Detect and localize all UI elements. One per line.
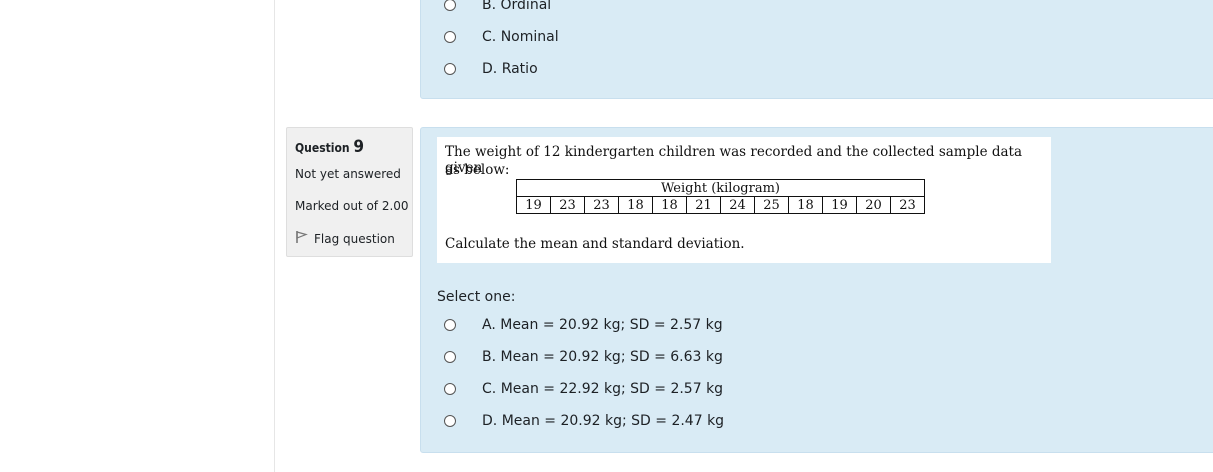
question-text-line: Calculate the mean and standard deviatio… — [445, 236, 745, 252]
flag-icon[interactable] — [295, 230, 308, 247]
weight-cell: 18 — [788, 196, 823, 214]
weight-cell: 24 — [720, 196, 755, 214]
radio-button[interactable] — [444, 383, 456, 395]
question-number: Question 9 — [295, 137, 364, 157]
weight-cell: 18 — [618, 196, 653, 214]
question-text-line: as below: — [445, 162, 510, 178]
question-text-line: The weight of 12 kindergarten children w… — [445, 144, 1023, 176]
question-content-panel: The weight of 12 kindergarten children w… — [420, 127, 1213, 453]
left-navigation-rail — [0, 0, 275, 472]
radio-button[interactable] — [444, 63, 456, 75]
option-text: Nominal — [500, 29, 559, 45]
answer-option-d[interactable]: D. Mean = 20.92 kg; SD = 2.47 kg — [444, 411, 724, 431]
weight-cell: 23 — [550, 196, 585, 214]
option-letter: D. — [482, 61, 498, 77]
weight-cell: 21 — [686, 196, 721, 214]
weight-cell: 20 — [856, 196, 891, 214]
answer-option-a[interactable]: A. Mean = 20.92 kg; SD = 2.57 kg — [444, 315, 723, 335]
option-letter: C. — [482, 29, 497, 45]
option-text: Mean = 20.92 kg; SD = 2.47 kg — [501, 413, 725, 429]
option-c[interactable]: C. Nominal — [444, 27, 559, 47]
weight-cell: 25 — [754, 196, 789, 214]
question-info-box: Question 9 Not yet answered Marked out o… — [286, 127, 413, 257]
option-text: Mean = 20.92 kg; SD = 6.63 kg — [500, 349, 723, 365]
flag-question-label[interactable]: Flag question — [314, 232, 395, 246]
option-letter: A. — [482, 317, 496, 333]
question-number-value: 9 — [353, 137, 365, 157]
weight-cell: 19 — [822, 196, 857, 214]
weight-cell: 23 — [890, 196, 925, 214]
table-row: 19 23 23 18 18 21 24 25 18 19 20 23 — [516, 196, 925, 214]
previous-question-answer-panel: B. Ordinal C. Nominal D. Ratio — [420, 0, 1213, 99]
question-grade: Marked out of 2.00 — [295, 199, 409, 213]
weight-cell: 23 — [584, 196, 619, 214]
radio-button[interactable] — [444, 0, 456, 11]
option-letter: D. — [482, 413, 498, 429]
radio-button[interactable] — [444, 319, 456, 331]
weight-table-header: Weight (kilogram) — [516, 179, 925, 197]
flag-question-link[interactable]: Flag question — [295, 230, 395, 247]
option-text: Mean = 22.92 kg; SD = 2.57 kg — [500, 381, 724, 397]
option-text: Ordinal — [500, 0, 552, 13]
weight-table: Weight (kilogram) 19 23 23 18 18 21 24 2… — [516, 179, 925, 214]
weight-cell: 19 — [516, 196, 551, 214]
radio-button[interactable] — [444, 415, 456, 427]
question-label: Question — [295, 141, 350, 155]
option-text: Mean = 20.92 kg; SD = 2.57 kg — [500, 317, 723, 333]
option-letter: C. — [482, 381, 497, 397]
radio-button[interactable] — [444, 351, 456, 363]
option-b[interactable]: B. Ordinal — [444, 0, 551, 15]
answer-option-b[interactable]: B. Mean = 20.92 kg; SD = 6.63 kg — [444, 347, 723, 367]
option-d[interactable]: D. Ratio — [444, 59, 538, 79]
question-state: Not yet answered — [295, 167, 401, 181]
answer-option-c[interactable]: C. Mean = 22.92 kg; SD = 2.57 kg — [444, 379, 723, 399]
question-text-image: The weight of 12 kindergarten children w… — [437, 137, 1051, 263]
option-letter: B. — [482, 349, 497, 365]
option-text: Ratio — [501, 61, 538, 77]
option-letter: B. — [482, 0, 497, 13]
weight-cell: 18 — [652, 196, 687, 214]
select-one-prompt: Select one: — [437, 289, 516, 305]
radio-button[interactable] — [444, 31, 456, 43]
